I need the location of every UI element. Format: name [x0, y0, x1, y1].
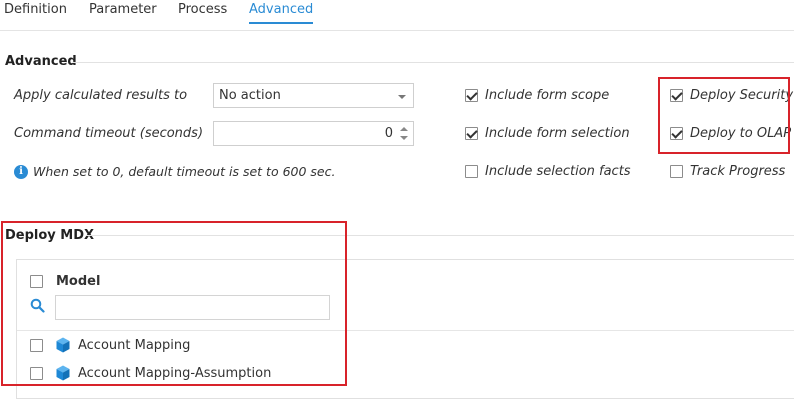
timeout-stepper[interactable] [400, 125, 409, 142]
track-progress-checkbox[interactable] [670, 165, 683, 178]
apply-results-label: Apply calculated results to [14, 88, 188, 103]
command-timeout-label: Command timeout (seconds) [14, 126, 204, 141]
include-selection-facts-checkbox[interactable] [465, 165, 478, 178]
stepper-up-icon[interactable] [400, 127, 408, 131]
timeout-hint: When set to 0, default timeout is set to… [33, 164, 336, 179]
highlight-deploy-mdx [1, 221, 347, 386]
apply-results-select[interactable]: No action [213, 83, 414, 108]
include-form-selection-checkbox[interactable] [465, 127, 478, 140]
include-selection-facts-label: Include selection facts [485, 164, 631, 179]
include-form-selection-label: Include form selection [485, 126, 630, 141]
stepper-down-icon[interactable] [400, 136, 408, 140]
command-timeout-value: 0 [384, 126, 393, 141]
advanced-divider [73, 62, 794, 63]
chevron-down-icon [398, 95, 406, 99]
info-icon: i [14, 165, 28, 179]
include-form-scope-label: Include form scope [485, 88, 610, 103]
command-timeout-input[interactable]: 0 [213, 121, 414, 146]
tab-bar: Definition Parameter Process Advanced [0, 0, 794, 31]
advanced-section-title: Advanced [5, 54, 77, 69]
tab-advanced[interactable]: Advanced [249, 2, 314, 24]
track-progress-label: Track Progress [690, 164, 786, 179]
tab-process[interactable]: Process [178, 2, 227, 24]
apply-results-value: No action [219, 88, 281, 103]
tab-definition[interactable]: Definition [4, 2, 67, 24]
include-form-scope-checkbox[interactable] [465, 89, 478, 102]
highlight-deploy-options [658, 77, 790, 154]
tab-parameter[interactable]: Parameter [89, 2, 157, 24]
